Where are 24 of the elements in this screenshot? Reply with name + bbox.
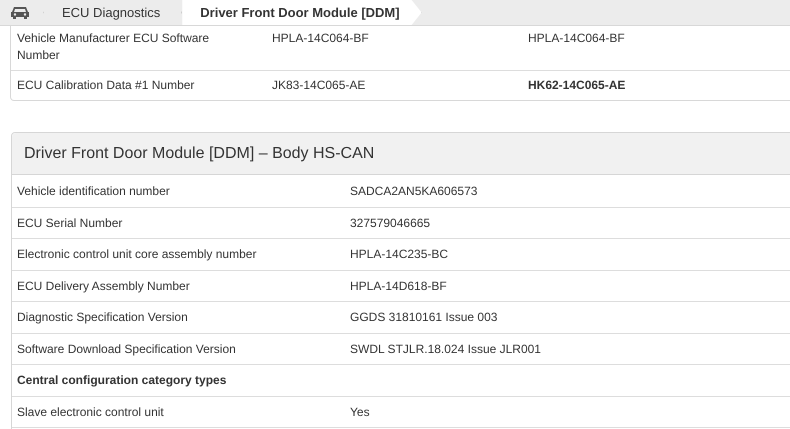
- table-cell-text: ECU Serial Number: [16, 216, 124, 230]
- table-cell-text: Software Download Specification Version: [16, 342, 237, 356]
- table-cell-text: Slave electronic control unit: [16, 404, 165, 419]
- table-cell-text: HPLA-14C235-BC: [349, 247, 450, 262]
- table-cell-text: HPLA-14D618-BF: [349, 278, 448, 293]
- table-cell-text: 327579046665: [349, 216, 432, 230]
- car-icon: [10, 6, 30, 19]
- section-heading: Central configuration category types: [16, 373, 228, 388]
- table-cell-text: SADCA2AN5KA606573: [349, 184, 478, 198]
- table-cell-text: Diagnostic Specification Version: [16, 310, 189, 324]
- table-cell-text: GGDS 31810161 Issue 003: [349, 310, 498, 324]
- card-title: Driver Front Door Module [DDM] – Body HS-CAN: [12, 133, 790, 175]
- table-cell-text: HPLA-14C064-BF: [527, 30, 626, 47]
- table-cell-text: JK83-14C065-AE: [271, 77, 366, 94]
- table-cell-text: Vehicle identification number: [16, 184, 171, 198]
- table-cell-text: ECU Calibration Data #1 Number: [16, 77, 196, 94]
- table-cell-text: Electronic control unit core assembly number: [16, 247, 258, 262]
- breadcrumb[interactable]: Driver Front Door Module [DDM]: [182, 0, 422, 25]
- table-cell-text: SWDL STJLR.18.024 Issue JLR001: [349, 342, 542, 356]
- table-cell-text: Yes: [349, 404, 371, 419]
- table-cell-text: ECU Delivery Assembly Number: [16, 278, 191, 293]
- table-cell-text: HK62-14C065-AE: [527, 77, 626, 94]
- table-cell-text: HPLA-14C064-BF: [271, 30, 370, 47]
- table-cell-text: Vehicle Manufacturer ECU Software Number: [16, 30, 210, 64]
